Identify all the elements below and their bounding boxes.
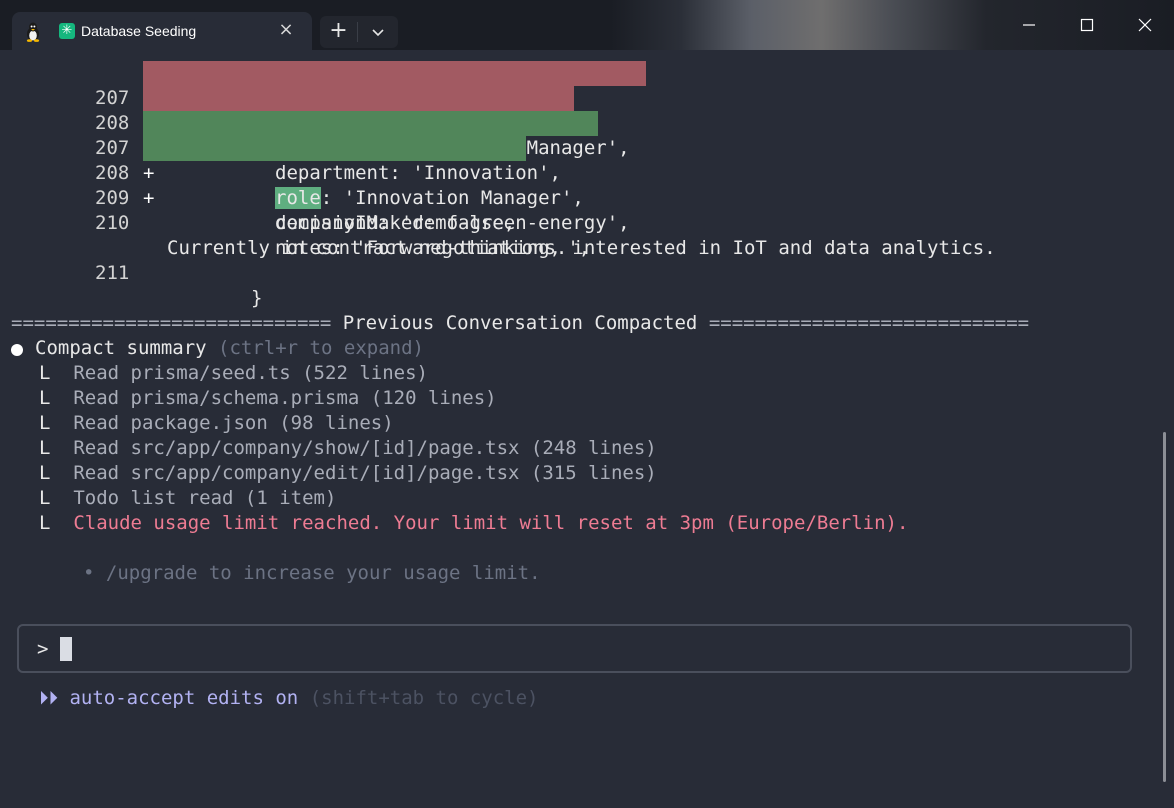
branch-icon: L	[39, 512, 51, 534]
diff-text: department: 'Innovation',	[275, 162, 561, 184]
title-bar: ✳ Database Seeding × +	[0, 0, 1174, 50]
summary-item: L Read package.json (98 lines)	[39, 411, 394, 436]
error-text: Claude usage limit reached. Your limit w…	[73, 512, 909, 534]
mode-hint: (shift+tab to cycle)	[309, 687, 539, 709]
fast-forward-icon: ⏵⏵	[39, 687, 59, 709]
line-number: 207	[95, 87, 130, 109]
new-tab-divider	[357, 22, 358, 42]
minimize-button[interactable]	[1000, 8, 1058, 42]
diff-line-added: 207 + role: 'Innovation Manager',	[0, 111, 584, 209]
minimize-icon	[1023, 24, 1035, 26]
prompt-caret: >	[37, 638, 49, 660]
prompt-input-box[interactable]: >	[17, 624, 1132, 673]
summary-item: L Todo list read (1 item)	[39, 486, 336, 511]
summary-item-text: Read prisma/schema.prisma (120 lines)	[73, 387, 497, 409]
diff-line-deleted: 207 - position: 'Innovation Manager',	[0, 61, 630, 159]
tab-database-seeding[interactable]: ✳ Database Seeding ×	[12, 12, 312, 50]
tab-title: Database Seeding	[81, 23, 197, 39]
summary-item: L Read prisma/seed.ts (522 lines)	[39, 361, 428, 386]
line-number: 210	[95, 212, 130, 234]
maximize-icon	[1080, 18, 1094, 32]
branch-icon: L	[39, 487, 51, 509]
line-number: 207	[95, 137, 130, 159]
summary-item: L Read src/app/company/show/[id]/page.ts…	[39, 436, 657, 461]
compact-divider: ============================ Previous Co…	[11, 311, 1029, 336]
diff-text: Currently in contract negotiations.',	[167, 237, 591, 259]
new-tab-group: +	[320, 16, 398, 48]
diff-highlight: role	[275, 187, 321, 209]
terminal-output: 207 - position: 'Innovation Manager', 20…	[0, 50, 1174, 808]
maximize-button[interactable]	[1058, 8, 1116, 42]
diff-text: : 'Innovation Manager',	[320, 187, 584, 209]
summary-item-text: Read src/app/company/show/[id]/page.tsx …	[73, 437, 657, 459]
usage-limit-error: L Claude usage limit reached. Your limit…	[39, 511, 908, 536]
diff-line-context: 211 }	[0, 236, 262, 309]
diff-added-background	[143, 111, 598, 136]
claude-app-icon: ✳	[59, 23, 75, 39]
mode-text: auto-accept edits on	[69, 687, 299, 709]
diff-text: }	[251, 287, 263, 309]
mode-status: ⏵⏵ auto-accept edits on (shift+tab to cy…	[39, 686, 538, 711]
upgrade-hint: • /upgrade to increase your usage limit.	[83, 562, 541, 584]
branch-icon: L	[39, 462, 51, 484]
close-window-button[interactable]	[1116, 8, 1174, 42]
diff-added-background	[143, 136, 526, 161]
diff-line-context: 210 notes: 'Forward-thinking, interested…	[0, 186, 996, 259]
summary-item-text: Read package.json (98 lines)	[73, 412, 394, 434]
divider-right: ============================	[708, 312, 1030, 334]
linux-penguin-icon	[26, 22, 40, 42]
summary-item-text: Read prisma/seed.ts (522 lines)	[73, 362, 428, 384]
branch-icon: L	[39, 387, 51, 409]
compact-summary-label: Compact summary	[35, 337, 207, 359]
diff-line-deleted: 208 - department: 'Innovation',	[0, 86, 561, 184]
summary-item: L Read prisma/schema.prisma (120 lines)	[39, 386, 497, 411]
line-number: 208	[95, 112, 130, 134]
tab-dropdown-button[interactable]	[360, 16, 398, 48]
summary-item-text: Todo list read (1 item)	[73, 487, 337, 509]
text-cursor	[60, 637, 72, 661]
compact-summary-hint: (ctrl+r to expand)	[218, 337, 424, 359]
chevron-down-icon	[372, 29, 384, 37]
summary-item: L Read src/app/company/edit/[id]/page.ts…	[39, 461, 657, 486]
diff-deleted-background	[143, 86, 574, 111]
diff-line-context: 209 companyId: 'demo-green-energy',	[0, 161, 630, 234]
branch-icon: L	[39, 437, 51, 459]
compact-title: Previous Conversation Compacted	[342, 312, 698, 334]
bullet-icon	[11, 344, 23, 356]
diff-line-context-wrapped: Currently in contract negotiations.',	[0, 211, 590, 259]
compact-summary[interactable]: Compact summary (ctrl+r to expand)	[35, 336, 424, 361]
branch-icon: L	[39, 412, 51, 434]
divider-left: ============================	[11, 312, 332, 334]
line-number: 208	[95, 162, 130, 184]
terminal-window: ✳ Database Seeding × + 207 Manager', 208…	[0, 0, 1174, 808]
branch-icon: L	[39, 362, 51, 384]
tab-close-icon[interactable]: ×	[276, 20, 296, 40]
scrollbar[interactable]	[1163, 432, 1166, 782]
diff-text: companyId: 'demo-green-energy',	[275, 212, 630, 234]
summary-item-text: Read src/app/company/edit/[id]/page.tsx …	[73, 462, 657, 484]
diff-line-added: 208 + decisionMaker: false,	[0, 136, 515, 234]
diff-sign: +	[143, 162, 155, 184]
diff-deleted-background	[143, 61, 646, 86]
line-number: 211	[95, 262, 130, 284]
new-tab-button[interactable]: +	[320, 16, 357, 48]
diff-sign: +	[143, 187, 155, 209]
close-icon	[1138, 18, 1152, 32]
line-number: 209	[95, 187, 130, 209]
